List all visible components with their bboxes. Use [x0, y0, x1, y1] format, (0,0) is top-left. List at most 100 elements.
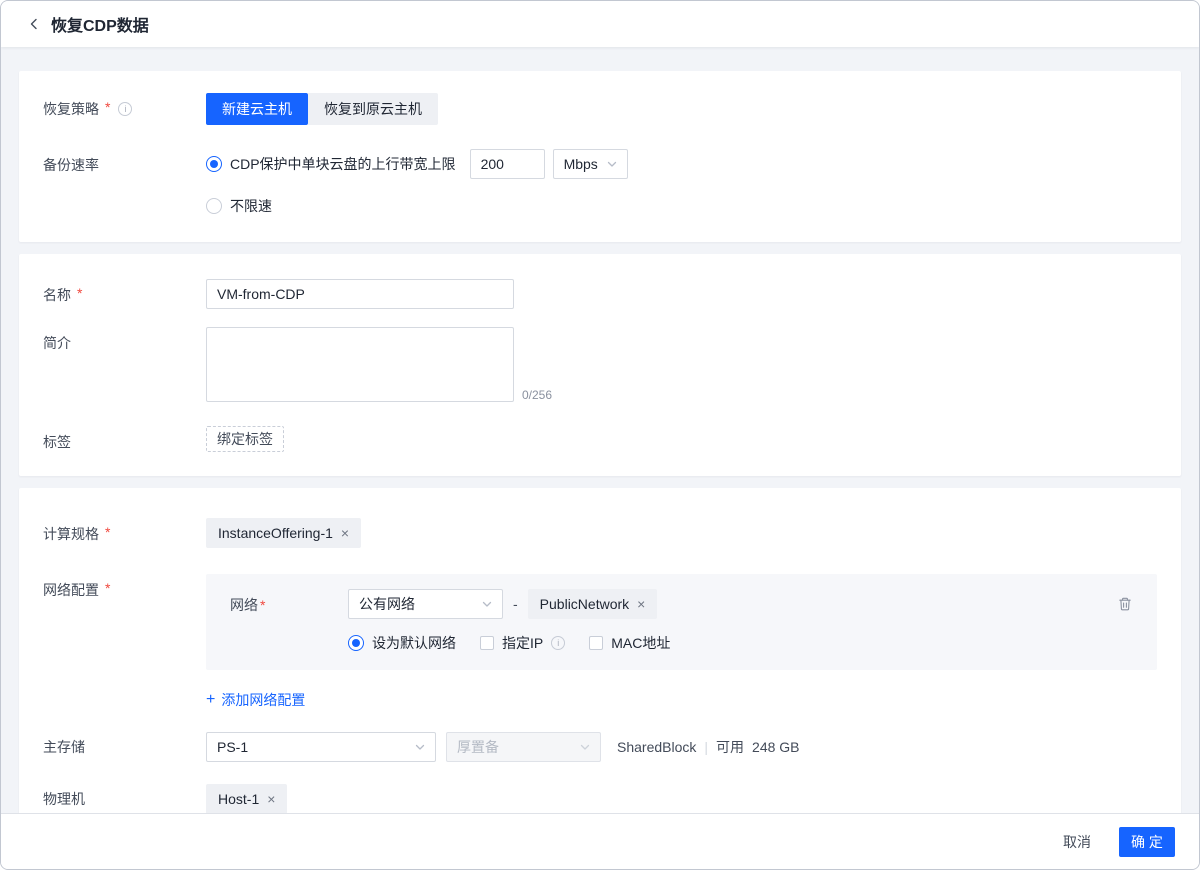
required-mark: *	[105, 524, 110, 540]
name-label-text: 名称	[43, 285, 71, 305]
specify-ip-option: 指定IP	[480, 633, 565, 653]
host-label-text: 物理机	[43, 789, 85, 809]
storage-type: SharedBlock	[617, 739, 696, 755]
rate-row: 备份速率 CDP保护中单块云盘的上行带宽上限 Mbps 不限速	[43, 149, 1157, 216]
rate-label: 备份速率	[43, 149, 206, 216]
primary-storage-select[interactable]: PS-1	[206, 732, 436, 762]
rate-value-input[interactable]	[470, 149, 545, 179]
strategy-toggle-group: 新建云主机 恢复到原云主机	[206, 93, 438, 125]
specify-ip-checkbox[interactable]	[480, 636, 494, 650]
available-label: 可用	[716, 737, 744, 757]
bind-tag-button[interactable]: 绑定标签	[206, 426, 284, 452]
add-network-link[interactable]: + 添加网络配置	[206, 690, 305, 710]
offering-tag: InstanceOffering-1 ×	[206, 518, 361, 548]
chevron-down-icon	[482, 599, 492, 609]
remove-icon[interactable]: ×	[637, 597, 645, 611]
offering-row: 计算规格 * InstanceOffering-1 ×	[43, 518, 1157, 548]
rate-limit-label: CDP保护中单块云盘的上行带宽上限	[230, 154, 456, 174]
default-network-radio[interactable]	[348, 635, 364, 651]
description-label: 简介	[43, 327, 206, 402]
tag-row: 标签 绑定标签	[43, 426, 1157, 452]
name-ctrl	[206, 279, 1157, 309]
network-type-value: 公有网络	[359, 594, 415, 614]
rate-limit-radio[interactable]	[206, 156, 222, 172]
required-mark: *	[77, 285, 82, 301]
name-label: 名称 *	[43, 279, 206, 309]
strategy-options: 新建云主机 恢复到原云主机	[206, 93, 1157, 125]
rate-unlimited-radio[interactable]	[206, 198, 222, 214]
mac-label: MAC地址	[611, 633, 670, 653]
page-title: 恢复CDP数据	[51, 12, 149, 36]
delete-network-button[interactable]	[1117, 596, 1133, 612]
network-select-row: 公有网络 - PublicNetwork ×	[348, 589, 1133, 619]
info-icon[interactable]	[551, 636, 565, 650]
offering-label-text: 计算规格	[43, 524, 99, 544]
host-tag-label: Host-1	[218, 791, 259, 807]
name-row: 名称 *	[43, 279, 1157, 309]
back-button[interactable]	[25, 15, 43, 33]
trash-icon	[1117, 596, 1133, 612]
description-textarea[interactable]	[206, 327, 514, 402]
network-config-label-text: 网络配置	[43, 580, 99, 600]
host-ctrl: Host-1 ×	[206, 784, 1157, 813]
strategy-label-text: 恢复策略	[43, 99, 99, 119]
network-tag-label: PublicNetwork	[540, 596, 629, 612]
remove-icon[interactable]: ×	[341, 526, 349, 540]
divider: |	[704, 739, 708, 755]
network-label: 网络*	[230, 589, 348, 653]
cancel-button[interactable]: 取消	[1063, 832, 1091, 852]
available-value: 248 GB	[752, 739, 799, 755]
strategy-card: 恢复策略* 新建云主机 恢复到原云主机 备份速率 CDP保	[19, 71, 1181, 242]
default-network-label: 设为默认网络	[372, 633, 456, 653]
char-counter: 0/256	[522, 388, 552, 402]
rate-unlimited-option: 不限速	[206, 196, 1157, 216]
confirm-button[interactable]: 确 定	[1119, 827, 1175, 857]
tag-ctrl: 绑定标签	[206, 426, 1157, 452]
primary-storage-value: PS-1	[217, 739, 248, 755]
remove-icon[interactable]: ×	[267, 792, 275, 806]
rate-limit-option: CDP保护中单块云盘的上行带宽上限 Mbps	[206, 149, 1157, 179]
required-mark: *	[105, 99, 110, 115]
tag-label: 标签	[43, 426, 206, 452]
offering-label: 计算规格 *	[43, 518, 206, 548]
primary-storage-label: 主存储	[43, 737, 206, 757]
host-label: 物理机	[43, 789, 206, 809]
basic-info-card: 名称 * 简介 0/256 标签 绑定标签	[19, 254, 1181, 476]
host-tag: Host-1 ×	[206, 784, 287, 813]
primary-storage-label-text: 主存储	[43, 737, 85, 757]
toggle-new-vm[interactable]: 新建云主机	[206, 93, 308, 125]
rate-unit-select[interactable]: Mbps	[553, 149, 628, 179]
specify-ip-label: 指定IP	[502, 633, 543, 653]
strategy-row: 恢复策略 * 新建云主机 恢复到原云主机	[43, 93, 1157, 125]
restore-cdp-dialog: 恢复CDP数据 恢复策略 * 新建云主机 恢复到原云主机 备份速率	[0, 0, 1200, 870]
primary-storage-row: 主存储 PS-1 厚置备 SharedBlock | 可用	[43, 732, 1157, 762]
dialog-footer: 取消 确 定	[1, 813, 1199, 869]
description-label-text: 简介	[43, 333, 71, 353]
info-icon[interactable]	[118, 102, 132, 116]
network-tag: PublicNetwork ×	[528, 589, 658, 619]
network-options-row: 设为默认网络 指定IP MAC地址	[348, 633, 1133, 653]
network-type-select[interactable]: 公有网络	[348, 589, 503, 619]
form-body: 恢复策略* 新建云主机 恢复到原云主机 备份速率 CDP保	[1, 47, 1199, 813]
mac-option: MAC地址	[589, 633, 670, 653]
name-input[interactable]	[206, 279, 514, 309]
network-main: 公有网络 - PublicNetwork ×	[348, 589, 1133, 653]
storage-info: SharedBlock | 可用 248 GB	[617, 737, 800, 757]
required-mark: *	[260, 597, 265, 613]
mac-checkbox[interactable]	[589, 636, 603, 650]
network-panel: 网络* 公有网络 - PublicNetwork	[206, 574, 1157, 670]
dash-separator: -	[513, 596, 518, 612]
description-row: 简介 0/256	[43, 327, 1157, 402]
required-mark: *	[105, 580, 110, 596]
offering-ctrl: InstanceOffering-1 ×	[206, 518, 1157, 548]
plus-icon: +	[206, 691, 215, 709]
page-header: 恢复CDP数据	[1, 1, 1199, 47]
chevron-down-icon	[415, 742, 425, 752]
offering-tag-label: InstanceOffering-1	[218, 525, 333, 541]
primary-storage-ctrl: PS-1 厚置备 SharedBlock | 可用 248 GB	[206, 732, 1157, 762]
toggle-restore-original-vm[interactable]: 恢复到原云主机	[308, 93, 438, 125]
tag-label-text: 标签	[43, 432, 71, 452]
host-row: 物理机 Host-1 ×	[43, 784, 1157, 813]
network-config-ctrl: 网络* 公有网络 - PublicNetwork	[206, 574, 1157, 710]
description-ctrl: 0/256	[206, 327, 1157, 402]
